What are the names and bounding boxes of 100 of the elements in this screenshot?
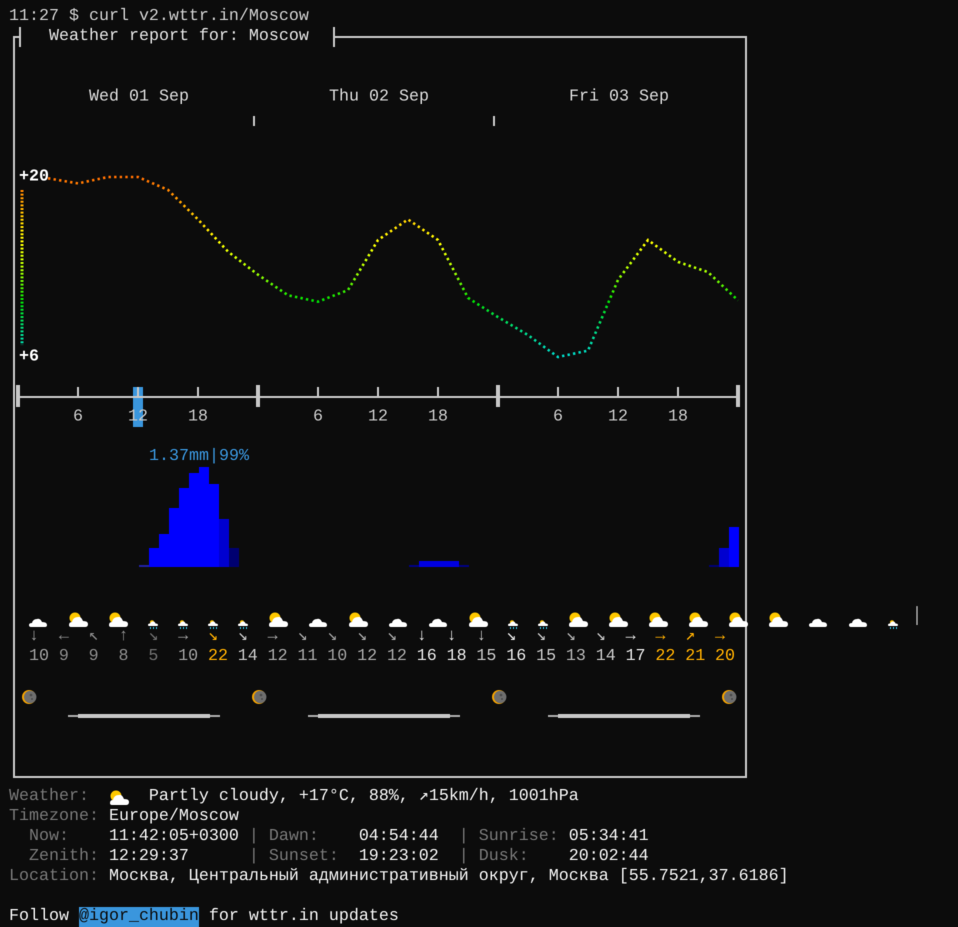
- wind-arrow: ↘: [238, 627, 248, 647]
- sun-cloud-icon: [348, 612, 368, 627]
- wind-speed: 13: [566, 647, 586, 667]
- rain-cloud-icon: [178, 620, 188, 629]
- wind-arrow: ↘: [357, 627, 368, 647]
- sun-cloud-icon: [648, 612, 668, 627]
- cloud-icon: [29, 617, 47, 627]
- rain-cloud-icon: [238, 620, 248, 629]
- wind-speed: 8: [118, 647, 128, 667]
- field-value: 05:34:41: [568, 827, 649, 847]
- wind-speed: 21: [685, 647, 706, 667]
- cloud-icon: [809, 617, 827, 627]
- cloud-icon: [309, 617, 327, 627]
- wind-arrow: ↘: [327, 627, 338, 647]
- command-line: 11:27 $ curl v2.wttr.in/Moscow: [9, 7, 309, 27]
- column-divider: |: [248, 847, 259, 867]
- wind-speed: 5: [148, 647, 158, 667]
- hour-label: 18: [428, 408, 448, 426]
- weather-summary: Partly cloudy, +17°C, 88%, ↗15km/h, 1001hPa: [148, 787, 579, 807]
- hour-label: 6: [73, 408, 83, 426]
- field-label: Location:: [9, 867, 99, 887]
- wind-arrow: ↘: [297, 627, 308, 647]
- cloud-icon: [849, 617, 867, 627]
- wind-speed: 16: [506, 647, 526, 667]
- field-label: Now:: [28, 827, 69, 847]
- rain-cloud-icon: [888, 620, 898, 629]
- wind-arrow: ↗: [685, 627, 696, 647]
- sun-cloud-icon: [68, 612, 88, 627]
- wind-arrow: ↘: [386, 627, 397, 647]
- wind-arrow: ←: [58, 627, 69, 647]
- wind-speed: 22: [208, 647, 228, 667]
- hour-label: 6: [553, 408, 563, 426]
- wind-speed: 12: [357, 647, 378, 667]
- cloud-icon: [389, 617, 407, 627]
- profile-link[interactable]: @igor_chubin: [78, 907, 199, 927]
- wind-speed: 15: [476, 647, 496, 667]
- wind-arrow: ↖: [88, 627, 99, 647]
- wind-speed: 15: [536, 647, 556, 667]
- rain-cloud-icon: [538, 620, 548, 629]
- rain-cloud-icon: [508, 620, 518, 629]
- wind-speed: 22: [655, 647, 676, 667]
- hour-label: 18: [188, 408, 208, 426]
- moon-icon: [252, 690, 266, 704]
- wind-speed: 9: [88, 647, 99, 667]
- wind-speed: 11: [297, 647, 318, 667]
- wind-arrow: ↓: [446, 627, 457, 647]
- field-label: Sunset:: [268, 847, 339, 867]
- column-divider: |: [458, 827, 469, 847]
- wind-arrow: →: [178, 627, 188, 647]
- day-label: Fri 03 Sep: [569, 88, 669, 106]
- field-label: Sunrise:: [478, 827, 559, 847]
- moon-icon: [722, 690, 736, 704]
- row-end-mark: │: [912, 607, 922, 627]
- sun-cloud-icon: [108, 612, 128, 627]
- sun-cloud-icon: [568, 612, 588, 627]
- y-tick-label: +6: [19, 348, 39, 366]
- column-divider: |: [248, 827, 259, 847]
- field-value: 19:23:02: [358, 847, 439, 867]
- wind-arrow: ↘: [148, 627, 158, 647]
- wind-speed: 18: [446, 647, 467, 667]
- wind-arrow: →: [268, 627, 278, 647]
- hour-label: 18: [668, 408, 688, 426]
- field-label: Timezone:: [9, 807, 99, 827]
- cloud-icon: [429, 617, 447, 627]
- wind-arrow: ↘: [208, 627, 218, 647]
- field-value: 12:29:37: [108, 847, 189, 867]
- field-value: Europe/Moscow: [108, 807, 239, 827]
- sun-cloud-icon: [108, 790, 129, 804]
- wind-speed: 10: [327, 647, 348, 667]
- wind-arrow: ↑: [118, 627, 128, 647]
- day-label: Wed 01 Sep: [89, 88, 189, 106]
- moon-icon: [22, 690, 36, 704]
- wind-arrow: ↓: [29, 627, 39, 647]
- sun-cloud-icon: [468, 612, 488, 627]
- wind-arrow: ↘: [596, 627, 606, 647]
- wind-speed: 12: [386, 647, 407, 667]
- frame-title: Weather report for: Moscow: [19, 27, 335, 47]
- wind-arrow: ↘: [536, 627, 546, 647]
- hour-label: 12: [608, 408, 628, 426]
- wind-arrow: ↘: [566, 627, 576, 647]
- wind-speed: 14: [596, 647, 616, 667]
- field-value: 11:42:05+0300: [108, 827, 239, 847]
- field-label: Weather:: [9, 787, 89, 807]
- moon-icon: [492, 690, 506, 704]
- day-label: Thu 02 Sep: [329, 88, 429, 106]
- sun-cloud-icon: [608, 612, 628, 627]
- wind-speed: 17: [626, 647, 646, 667]
- field-value: Москва, Центральный административный округ, Москва [55.7521,37.6186]: [108, 867, 789, 887]
- field-label: Zenith:: [28, 847, 99, 867]
- precipitation-summary: 1.37mm|99%: [149, 447, 249, 467]
- column-divider: |: [458, 847, 469, 867]
- wind-speed: 10: [29, 647, 49, 667]
- field-label: Dawn:: [268, 827, 319, 847]
- hour-label: 12: [368, 408, 388, 426]
- field-value: 20:02:44: [568, 847, 649, 867]
- wind-arrow: ↘: [506, 627, 516, 647]
- wind-arrow: →: [655, 627, 666, 647]
- wind-speed: 16: [416, 647, 437, 667]
- wind-speed: 14: [238, 647, 258, 667]
- hour-label: 6: [313, 408, 323, 426]
